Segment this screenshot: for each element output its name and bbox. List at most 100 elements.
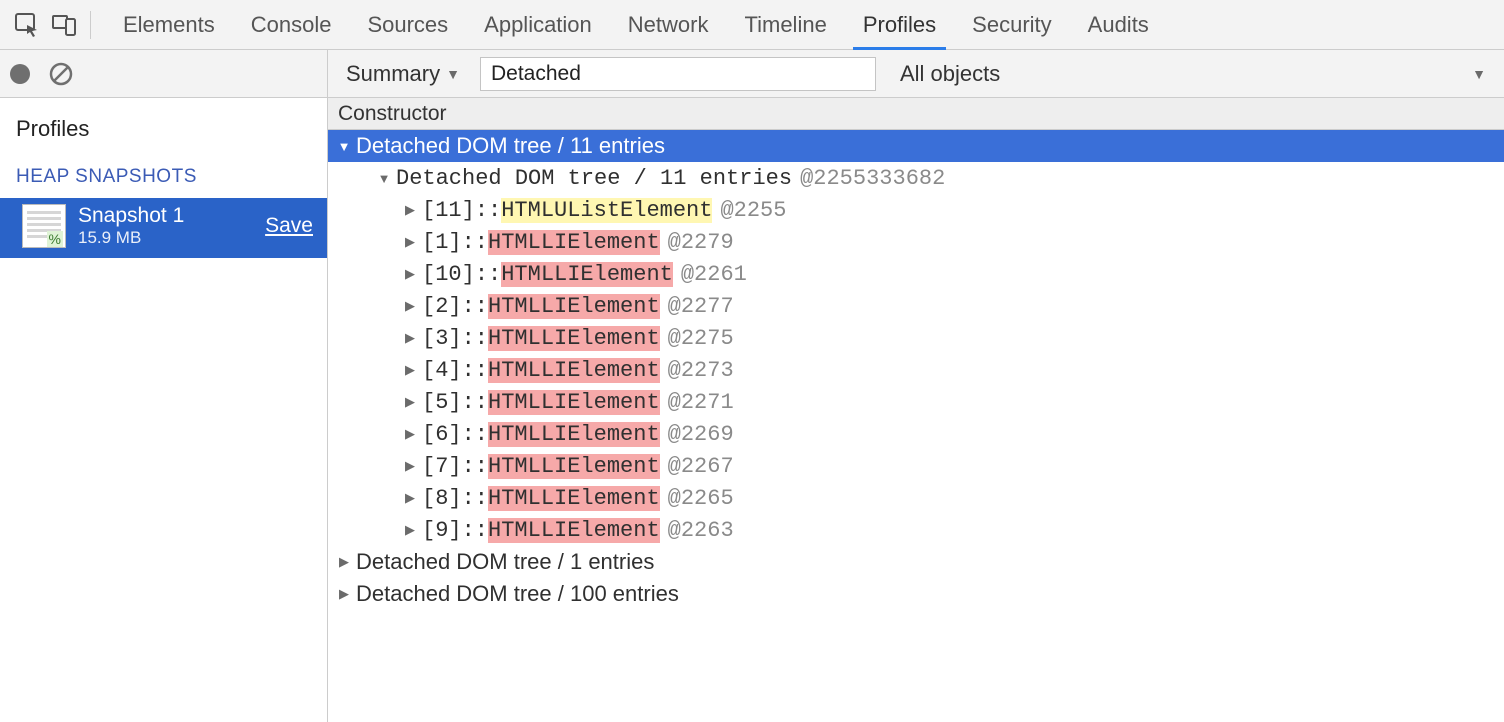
- tree-group-collapsed[interactable]: ▶Detached DOM tree / 100 entries: [328, 578, 1504, 610]
- tree-item-index: [11]: [422, 198, 475, 223]
- object-address: @2269: [668, 422, 734, 447]
- tree-item-type: HTMLLIElement: [488, 422, 660, 447]
- tree-item-sep: ::: [462, 486, 488, 511]
- disclosure-triangle-icon: ▶: [402, 202, 418, 218]
- tree-item-sep: ::: [462, 326, 488, 351]
- tab-timeline[interactable]: Timeline: [726, 0, 844, 49]
- clear-icon[interactable]: [48, 61, 74, 87]
- tree-item[interactable]: ▶[6] :: HTMLLIElement@2269: [328, 418, 1504, 450]
- object-address: @2275: [668, 326, 734, 351]
- snapshot-size: 15.9 MB: [78, 228, 265, 248]
- tree-group-collapsed[interactable]: ▶Detached DOM tree / 1 entries: [328, 546, 1504, 578]
- tree-item-index: [2]: [422, 294, 462, 319]
- tree-item[interactable]: ▶[5] :: HTMLLIElement@2271: [328, 386, 1504, 418]
- tree-item-sep: ::: [462, 358, 488, 383]
- object-address: @2263: [668, 518, 734, 543]
- sidebar-body: Profiles HEAP SNAPSHOTS Snapshot 1 15.9 …: [0, 98, 327, 722]
- tree-item[interactable]: ▶[2] :: HTMLLIElement@2277: [328, 290, 1504, 322]
- tree-group-expanded[interactable]: ▼ Detached DOM tree / 11 entries @22553336…: [328, 162, 1504, 194]
- tree-item-index: [10]: [422, 262, 475, 287]
- tree-item-type: HTMLLIElement: [488, 454, 660, 479]
- tree-item-type: HTMLLIElement: [488, 390, 660, 415]
- main-panel: Summary ▼ All objects ▼ Constructor ▼ Det…: [328, 50, 1504, 722]
- object-address: @2277: [668, 294, 734, 319]
- tree-item-sep: ::: [475, 262, 501, 287]
- view-dropdown-label: Summary: [346, 61, 440, 87]
- heap-tree: ▼ Detached DOM tree / 11 entries ▼ Detached…: [328, 130, 1504, 722]
- disclosure-triangle-icon: ▶: [402, 458, 418, 474]
- tree-item-index: [4]: [422, 358, 462, 383]
- tab-security[interactable]: Security: [954, 0, 1069, 49]
- tree-item-index: [1]: [422, 230, 462, 255]
- tree-item-sep: ::: [462, 454, 488, 479]
- tab-console[interactable]: Console: [233, 0, 350, 49]
- disclosure-triangle-icon: ▶: [336, 586, 352, 602]
- snapshot-name: Snapshot 1: [78, 204, 265, 228]
- tree-item-sep: ::: [462, 230, 488, 255]
- chevron-down-icon: ▼: [1472, 66, 1486, 82]
- tree-item[interactable]: ▶[3] :: HTMLLIElement @2275: [328, 322, 1504, 354]
- snapshot-item[interactable]: Snapshot 1 15.9 MB Save: [0, 198, 327, 258]
- tree-item-type: HTMLLIElement: [488, 358, 660, 383]
- tab-profiles[interactable]: Profiles: [845, 0, 954, 49]
- disclosure-triangle-icon: ▶: [402, 330, 418, 346]
- class-filter-input[interactable]: [480, 57, 876, 91]
- tab-sources[interactable]: Sources: [349, 0, 466, 49]
- tree-item[interactable]: ▶[4] :: HTMLLIElement@2273: [328, 354, 1504, 386]
- tree-item-index: [7]: [422, 454, 462, 479]
- heap-snapshots-label: HEAP SNAPSHOTS: [0, 158, 327, 198]
- main-toolbar: Summary ▼ All objects ▼: [328, 50, 1504, 98]
- objects-dropdown[interactable]: All objects ▼: [894, 61, 1492, 87]
- tree-item-index: [3]: [422, 326, 462, 351]
- disclosure-triangle-icon: ▶: [402, 522, 418, 538]
- tree-item[interactable]: ▶[11] :: HTMLUListElement @2255: [328, 194, 1504, 226]
- tabstrip-divider: [90, 11, 91, 39]
- disclosure-triangle-icon: ▼: [376, 171, 392, 186]
- tree-item-type: HTMLLIElement: [488, 486, 660, 511]
- tree-item[interactable]: ▶[7] :: HTMLLIElement @2267: [328, 450, 1504, 482]
- devtools-tabstrip: ElementsConsoleSourcesApplicationNetwork…: [0, 0, 1504, 50]
- tree-item-sep: ::: [462, 422, 488, 447]
- tree-item[interactable]: ▶[9] :: HTMLLIElement @2263: [328, 514, 1504, 546]
- inspect-element-icon[interactable]: [10, 7, 46, 43]
- tree-item-type: HTMLLIElement: [488, 326, 660, 351]
- column-header-constructor[interactable]: Constructor: [328, 98, 1504, 130]
- object-address: @2279: [668, 230, 734, 255]
- profiles-sidebar: Profiles HEAP SNAPSHOTS Snapshot 1 15.9 …: [0, 50, 328, 722]
- object-address: @2255: [720, 198, 786, 223]
- tree-group-selected[interactable]: ▼ Detached DOM tree / 11 entries: [328, 130, 1504, 162]
- disclosure-triangle-icon: ▶: [402, 266, 418, 282]
- view-dropdown[interactable]: Summary ▼: [340, 61, 466, 87]
- object-address: @2267: [668, 454, 734, 479]
- tree-row-label: Detached DOM tree / 11 entries: [356, 133, 665, 159]
- tree-row-label: Detached DOM tree / 100 entries: [356, 581, 679, 607]
- disclosure-triangle-icon: ▶: [336, 554, 352, 570]
- tab-elements[interactable]: Elements: [105, 0, 233, 49]
- tree-item-type: HTMLUListElement: [501, 198, 712, 223]
- object-address: @2265: [668, 486, 734, 511]
- device-mode-icon[interactable]: [46, 7, 82, 43]
- tree-item-index: [8]: [422, 486, 462, 511]
- tree-row-label: Detached DOM tree / 11 entries: [396, 166, 792, 191]
- tab-application[interactable]: Application: [466, 0, 610, 49]
- record-icon[interactable]: [10, 64, 30, 84]
- disclosure-triangle-icon: ▶: [402, 490, 418, 506]
- tree-item-sep: ::: [475, 198, 501, 223]
- tree-item[interactable]: ▶[1] :: HTMLLIElement@2279: [328, 226, 1504, 258]
- tree-item-sep: ::: [462, 518, 488, 543]
- disclosure-triangle-icon: ▶: [402, 426, 418, 442]
- tab-network[interactable]: Network: [610, 0, 727, 49]
- tree-item[interactable]: ▶[8] :: HTMLLIElement @2265: [328, 482, 1504, 514]
- tree-item[interactable]: ▶[10] :: HTMLLIElement@2261: [328, 258, 1504, 290]
- tree-item-type: HTMLLIElement: [488, 518, 660, 543]
- tree-item-sep: ::: [462, 294, 488, 319]
- disclosure-triangle-icon: ▶: [402, 234, 418, 250]
- disclosure-triangle-icon: ▶: [402, 298, 418, 314]
- objects-dropdown-label: All objects: [900, 61, 1000, 87]
- object-address: @2255333682: [800, 166, 945, 191]
- snapshot-save-link[interactable]: Save: [265, 214, 313, 238]
- disclosure-triangle-icon: ▼: [336, 139, 352, 154]
- tab-audits[interactable]: Audits: [1070, 0, 1167, 49]
- tree-item-index: [5]: [422, 390, 462, 415]
- tree-item-index: [9]: [422, 518, 462, 543]
